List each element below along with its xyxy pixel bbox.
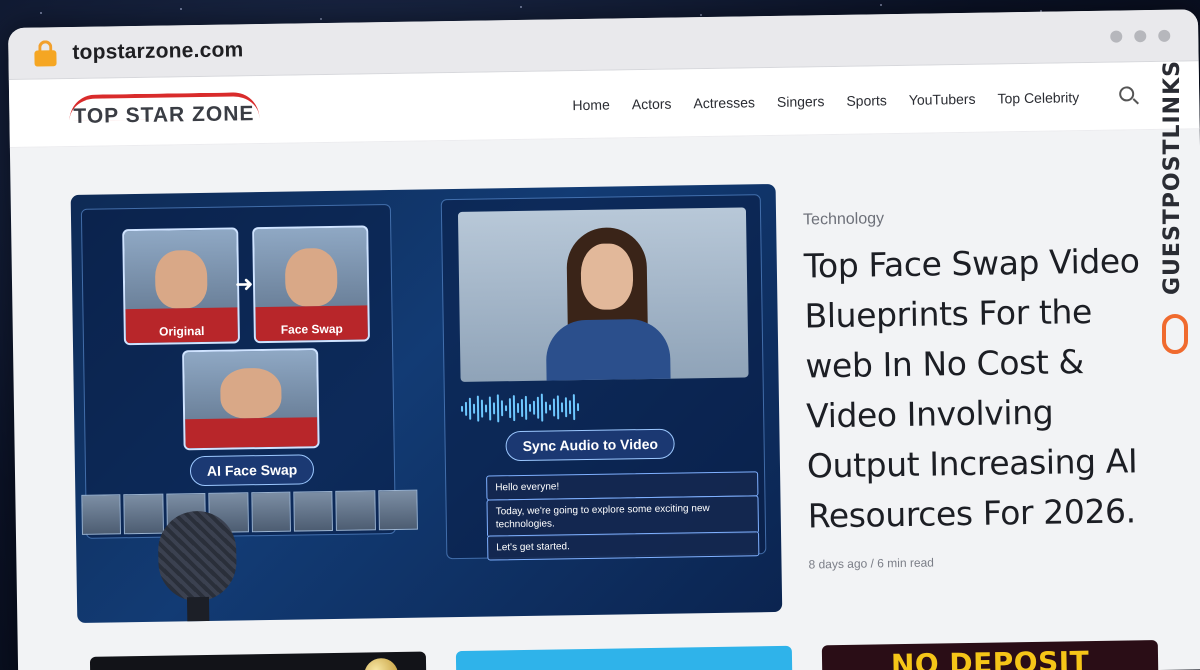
window-dot-icon[interactable] bbox=[1134, 30, 1147, 43]
original-face-card: Original bbox=[122, 227, 240, 346]
article-title[interactable]: Top Face Swap Video Blueprints For the w… bbox=[803, 236, 1148, 541]
original-label: Original bbox=[159, 323, 205, 339]
video-sync-panel: Sync Audio to Video Hello everyne! Today… bbox=[440, 194, 767, 561]
url-text[interactable]: topstarzone.com bbox=[72, 38, 243, 65]
guestpostlinks-watermark: GUESTPOSTLINKS bbox=[1156, 60, 1196, 360]
nav-top-celebrity[interactable]: Top Celebrity bbox=[997, 89, 1079, 106]
article-card[interactable] bbox=[455, 645, 793, 670]
article-card-row: NO DEPOSIT bbox=[89, 640, 1159, 670]
featured-article: Technology Top Face Swap Video Blueprint… bbox=[803, 206, 1149, 571]
nav-singers[interactable]: Singers bbox=[777, 93, 825, 110]
arrow-right-icon: ➜ bbox=[234, 271, 254, 297]
window-dot-icon[interactable] bbox=[1158, 29, 1171, 42]
nav-youtubers[interactable]: YouTubers bbox=[909, 90, 976, 107]
site-logo[interactable]: TOP STAR ZONE bbox=[69, 87, 270, 134]
logo-text: TOP STAR ZONE bbox=[73, 101, 255, 128]
result-face-card bbox=[182, 348, 320, 451]
chat-line: Let's get started. bbox=[487, 531, 760, 561]
featured-image[interactable]: Original ➜ Face Swap AI Face Swap Sync A… bbox=[70, 183, 783, 623]
faceswap-face-card: Face Swap bbox=[252, 225, 370, 344]
microphone-icon bbox=[142, 510, 254, 623]
link-icon bbox=[1162, 314, 1188, 354]
nav-actors[interactable]: Actors bbox=[632, 95, 672, 112]
faceswap-label: Face Swap bbox=[280, 321, 343, 337]
article-meta-info: 8 days ago / 6 min read bbox=[808, 555, 935, 572]
sync-audio-pill: Sync Audio to Video bbox=[505, 428, 676, 462]
article-card[interactable]: NO DEPOSIT bbox=[821, 640, 1159, 670]
window-dot-icon[interactable] bbox=[1110, 30, 1123, 43]
article-card[interactable] bbox=[89, 651, 427, 670]
nav-actresses[interactable]: Actresses bbox=[693, 94, 755, 111]
watermark-text: GUESTPOSTLINKS bbox=[1160, 60, 1185, 295]
face-swap-panel: Original ➜ Face Swap AI Face Swap bbox=[80, 204, 396, 539]
article-category[interactable]: Technology bbox=[803, 206, 1143, 229]
presenter-video bbox=[457, 207, 749, 382]
browser-window: topstarzone.com TOP STAR ZONE Home Actor… bbox=[8, 9, 1200, 670]
nav-home[interactable]: Home bbox=[572, 96, 610, 113]
audio-waveform bbox=[460, 389, 749, 424]
main-nav: Home Actors Actresses Singers Sports You… bbox=[572, 89, 1079, 113]
nav-sports[interactable]: Sports bbox=[846, 92, 887, 109]
search-icon[interactable] bbox=[1119, 85, 1139, 106]
window-controls[interactable] bbox=[1110, 29, 1171, 43]
gold-orb-icon bbox=[363, 657, 399, 670]
ai-face-swap-pill: AI Face Swap bbox=[189, 454, 315, 487]
lock-icon bbox=[34, 39, 57, 67]
main-content: Original ➜ Face Swap AI Face Swap Sync A… bbox=[10, 129, 1200, 670]
